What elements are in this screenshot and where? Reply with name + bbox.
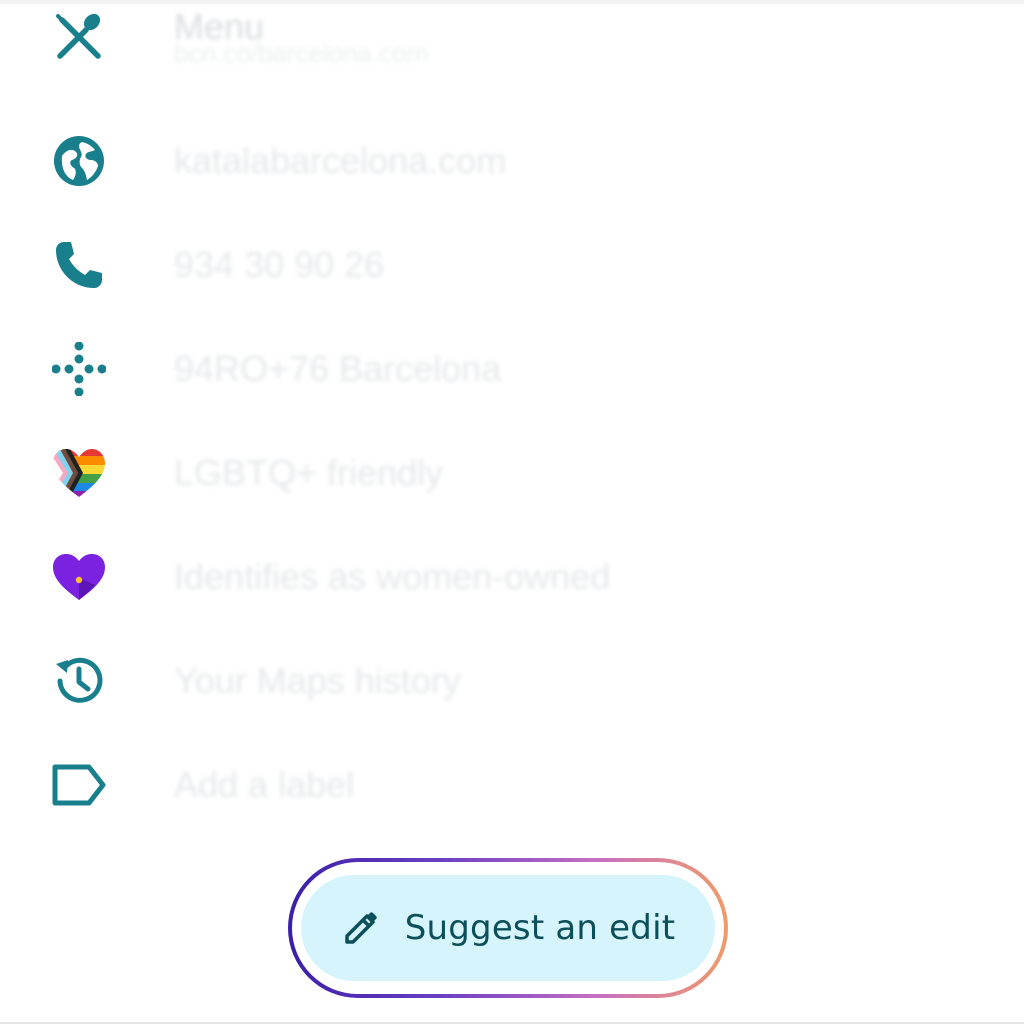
plus-code-icon xyxy=(50,340,108,398)
phone-label: 934 30 90 26 xyxy=(174,244,385,285)
add-label-row[interactable]: Add a label xyxy=(0,740,1024,830)
add-label-label: Add a label xyxy=(174,764,355,805)
menu-link[interactable]: bcn.co/barcelona.com xyxy=(174,38,428,69)
phone-icon xyxy=(50,236,108,294)
plus-code-row[interactable]: 94RO+76 Barcelona xyxy=(0,324,1024,414)
lgbtq-heart-icon xyxy=(50,444,108,502)
suggest-edit-label: Suggest an edit xyxy=(404,908,676,948)
suggest-edit-button[interactable]: Suggest an edit xyxy=(301,875,715,981)
maps-history-label: Your Maps history xyxy=(174,660,461,701)
globe-icon xyxy=(50,132,108,190)
menu-row[interactable]: Menu bcn.co/barcelona.com xyxy=(0,0,1024,82)
website-row[interactable]: katalabarcelona.com xyxy=(0,116,1024,206)
women-owned-heart-icon xyxy=(50,548,108,606)
phone-row[interactable]: 934 30 90 26 xyxy=(0,220,1024,310)
maps-history-row[interactable]: Your Maps history xyxy=(0,636,1024,726)
women-owned-label: Identifies as women-owned xyxy=(174,556,611,597)
suggest-edit-highlight-inner: Suggest an edit xyxy=(292,862,724,994)
suggest-edit-highlight: Suggest an edit xyxy=(288,858,728,998)
plus-code-label: 94RO+76 Barcelona xyxy=(174,348,502,389)
place-details-panel: Menu bcn.co/barcelona.com katalabarcelon… xyxy=(0,0,1024,1024)
website-label: katalabarcelona.com xyxy=(174,140,507,181)
restaurant-icon xyxy=(50,8,108,66)
lgbtq-friendly-row: LGBTQ+ friendly xyxy=(0,428,1024,518)
women-owned-row: Identifies as women-owned xyxy=(0,532,1024,622)
lgbtq-friendly-label: LGBTQ+ friendly xyxy=(174,452,444,493)
label-icon xyxy=(50,756,108,814)
pencil-icon xyxy=(341,908,381,948)
history-icon xyxy=(50,652,108,710)
